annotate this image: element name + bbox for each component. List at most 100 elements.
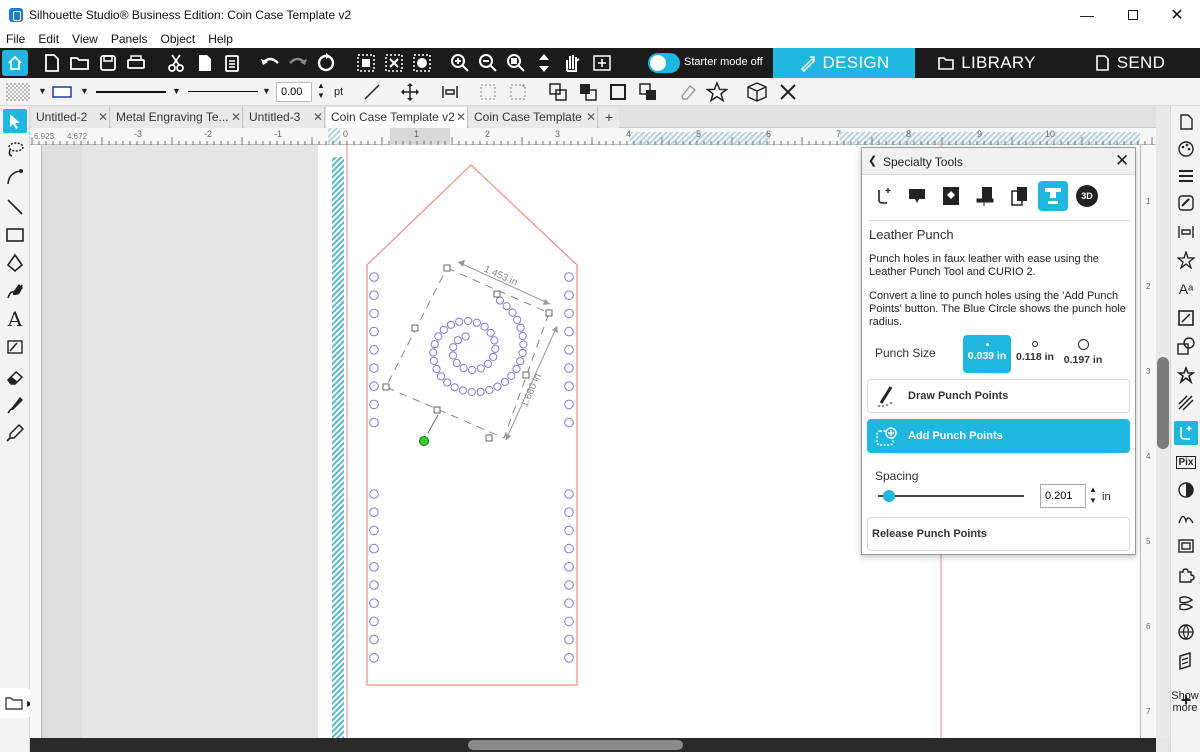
line-style-dropdown-icon[interactable]: ▼ (172, 86, 181, 96)
copy-button[interactable] (192, 51, 216, 75)
deselect-button[interactable] (382, 51, 406, 75)
send-tab[interactable]: SEND (1058, 48, 1200, 78)
align-icon[interactable] (440, 82, 460, 102)
spacing-slider-thumb[interactable] (883, 490, 896, 502)
pan-button[interactable] (560, 51, 584, 75)
menu-edit[interactable]: Edit (38, 32, 59, 46)
library-tab[interactable]: LIBRARY (915, 48, 1058, 78)
intersect-icon[interactable] (608, 82, 628, 102)
spacing-stepper[interactable]: ▲ ▼ (1089, 484, 1099, 506)
draw-punch-points-button[interactable]: Draw Punch Points (867, 379, 1130, 413)
knife-tool-button[interactable] (3, 393, 27, 417)
star-icon[interactable] (706, 81, 728, 103)
crop-icon[interactable] (638, 82, 658, 102)
selection-handle[interactable] (493, 290, 501, 298)
fill-panel-button[interactable] (1174, 137, 1198, 161)
fit-to-page-button[interactable] (532, 51, 556, 75)
minimize-button[interactable]: — (1064, 0, 1110, 30)
doc-tab-metal-engraving[interactable]: Metal Engraving Te... ✕ (111, 107, 243, 128)
tool-pen-button[interactable] (869, 181, 899, 211)
horizontal-scroll-thumb[interactable] (468, 740, 683, 750)
puzzle-panel-button[interactable] (1174, 563, 1198, 587)
weld-icon[interactable] (548, 82, 568, 102)
cut-button[interactable] (164, 51, 188, 75)
tool-emboss-button[interactable] (902, 181, 932, 211)
selection-handle[interactable] (411, 324, 419, 332)
offset-panel-button[interactable] (1174, 248, 1198, 272)
menu-file[interactable]: File (6, 32, 25, 46)
replicate-panel-button[interactable] (1174, 363, 1198, 387)
panel-close-button[interactable]: ✕ (1115, 151, 1129, 171)
text-style-tool-button[interactable] (3, 335, 27, 359)
edit-points-tool-button[interactable] (3, 165, 27, 189)
line-weight-dropdown-icon[interactable]: ▼ (262, 86, 271, 96)
punch-size-medium-option[interactable]: 0.118 in (1011, 335, 1059, 373)
redo-button[interactable] (286, 51, 310, 75)
zoom-out-button[interactable] (476, 51, 500, 75)
select-by-color-button[interactable] (410, 51, 434, 75)
lasso-tool-button[interactable] (3, 137, 27, 161)
doc-tab-coin-case[interactable]: Coin Case Template ✕ (469, 107, 598, 128)
punch-size-large-option[interactable]: 0.197 in (1059, 335, 1107, 373)
sketch-panel-button[interactable] (1174, 191, 1198, 215)
release-punch-points-button[interactable]: Release Punch Points (867, 517, 1130, 551)
doc-tab-untitled-3[interactable]: Untitled-3 ✕ (244, 107, 325, 128)
specialty-tools-panel-button[interactable] (1174, 421, 1198, 445)
add-tab-button[interactable]: + (599, 107, 619, 128)
eraser-tool-button[interactable] (3, 365, 27, 389)
stroke-width-stepper[interactable]: ▲ ▼ (317, 81, 325, 101)
selection-handle[interactable] (545, 309, 553, 317)
close-icon[interactable]: ✕ (456, 110, 466, 124)
line-tool-button[interactable] (3, 195, 27, 219)
save-button[interactable] (96, 51, 120, 75)
tool-3d-button[interactable]: 3D (1072, 181, 1102, 211)
text-tool-button[interactable]: A (3, 307, 27, 331)
hatch-panel-button[interactable] (1174, 391, 1198, 415)
page-setup-button[interactable] (1174, 110, 1198, 134)
tool-stipple-button[interactable] (1004, 181, 1034, 211)
tool-leather-punch-button[interactable] (1038, 181, 1068, 211)
3d-panel-button[interactable] (1174, 649, 1198, 673)
modify-panel-button[interactable] (1174, 334, 1198, 358)
fill-dropdown-arrow-icon[interactable]: ▼ (38, 86, 47, 96)
ungroup-icon[interactable] (508, 82, 528, 102)
rectangle-tool-button[interactable] (3, 223, 27, 247)
show-more-button[interactable]: Show more (1171, 690, 1199, 714)
rhinestone-panel-button[interactable] (1174, 592, 1198, 616)
coin-case-outline[interactable] (366, 164, 578, 686)
new-file-button[interactable] (40, 51, 64, 75)
line-style-panel-button[interactable] (1174, 164, 1198, 188)
spacing-slider-track[interactable] (878, 495, 1024, 497)
close-icon[interactable]: ✕ (313, 110, 323, 124)
menu-panels[interactable]: Panels (111, 32, 148, 46)
vertical-scroll-thumb[interactable] (1157, 357, 1169, 449)
doc-tab-coin-case-v2[interactable]: Coin Case Template v2 ✕ (326, 107, 468, 128)
design-tab[interactable]: DESIGN (773, 48, 915, 78)
eyedropper-tool-button[interactable] (3, 421, 27, 445)
selection-handle[interactable] (485, 434, 493, 442)
close-icon[interactable]: ✕ (231, 110, 241, 124)
selection-box[interactable] (382, 264, 553, 446)
line-color-dropdown-icon[interactable]: ▼ (80, 86, 89, 96)
selection-handle[interactable] (522, 371, 530, 379)
tool-etch-button[interactable] (970, 181, 1000, 211)
line-weight-preview[interactable] (188, 91, 258, 92)
chevron-up-icon[interactable]: ❮ (868, 154, 877, 167)
select-tool-button[interactable] (3, 109, 27, 133)
redraw-button[interactable] (314, 51, 338, 75)
stroke-width-input[interactable] (276, 82, 312, 102)
close-x-icon[interactable] (778, 82, 798, 102)
move-icon[interactable] (400, 82, 420, 102)
zoom-select-button[interactable] (504, 51, 528, 75)
menu-help[interactable]: Help (208, 32, 233, 46)
fill-pattern-icon[interactable] (6, 83, 30, 101)
library-online-button[interactable] (1174, 620, 1198, 644)
punch-size-small-option[interactable]: 0.039 in (963, 335, 1011, 373)
add-punch-points-button[interactable]: Add Punch Points (867, 419, 1130, 453)
doc-tab-untitled-2[interactable]: Untitled-2 ✕ (31, 107, 110, 128)
tool-sketch-button[interactable] (936, 181, 966, 211)
home-button[interactable] (2, 50, 28, 76)
paste-button[interactable] (220, 51, 244, 75)
3d-box-icon[interactable] (746, 81, 768, 103)
selection-handle[interactable] (443, 264, 451, 272)
